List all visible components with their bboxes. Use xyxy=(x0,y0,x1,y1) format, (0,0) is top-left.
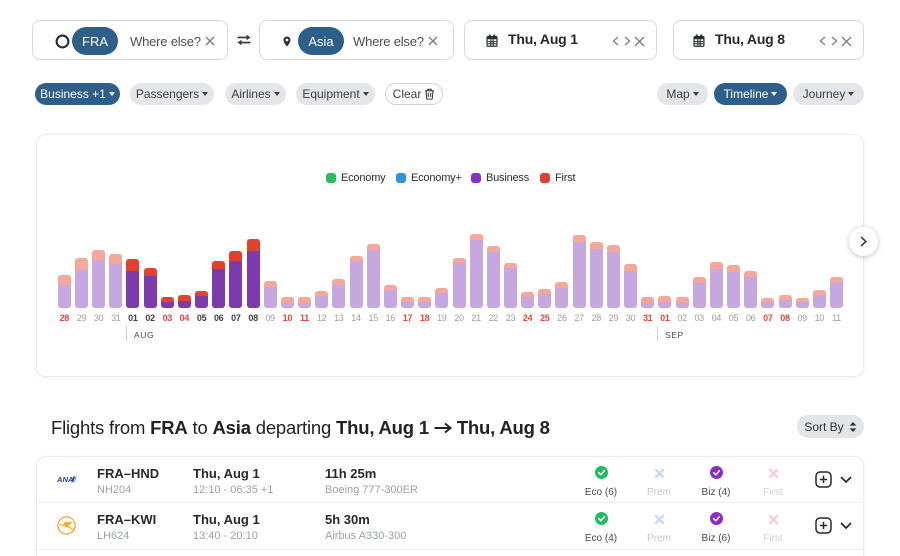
svg-text:ANA: ANA xyxy=(57,475,73,484)
